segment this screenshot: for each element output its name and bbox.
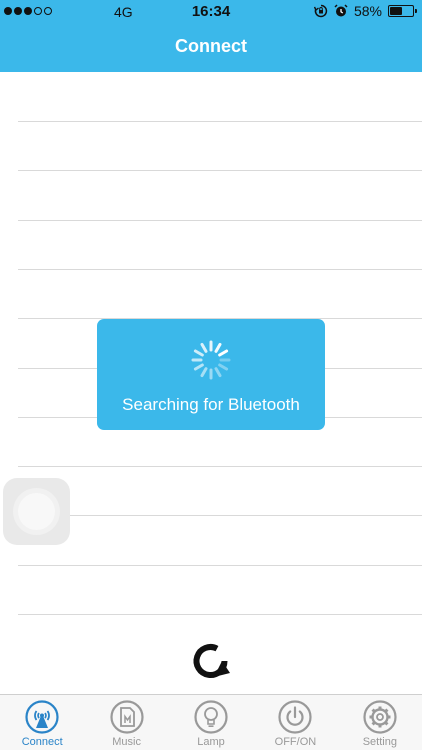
assistive-touch-button[interactable] (3, 478, 70, 545)
tab-label: Setting (362, 736, 397, 748)
toast-message: Searching for Bluetooth (122, 395, 300, 414)
tab-off-on[interactable]: OFF/ON (253, 695, 337, 750)
list-row-divider (18, 564, 422, 566)
list-row-divider (18, 219, 422, 221)
spinner-icon (191, 340, 231, 380)
list-row-divider (18, 466, 422, 468)
rotation-lock-icon (313, 4, 328, 18)
tab-label: OFF/ON (274, 736, 317, 748)
lamp-bulb-icon (194, 700, 228, 734)
header-bar: 4G 16:34 58% Connect (0, 0, 422, 72)
list-row-divider (18, 515, 422, 517)
list-row-divider (18, 268, 422, 270)
music-file-icon (110, 700, 144, 734)
refresh-icon[interactable] (188, 638, 234, 684)
gear-icon (363, 700, 397, 734)
list-row-divider (18, 614, 422, 615)
status-bar: 4G 16:34 58% (0, 0, 422, 24)
tab-setting[interactable]: Setting (338, 695, 422, 750)
power-icon (278, 700, 313, 734)
tab-label: Music (112, 736, 141, 748)
searching-toast: Searching for Bluetooth (97, 319, 325, 430)
tab-label: Lamp (197, 736, 225, 748)
page-title: Connect (175, 36, 247, 56)
tab-label: Connect (21, 736, 63, 748)
tab-music[interactable]: Music (84, 695, 168, 750)
battery-icon (388, 5, 417, 17)
battery-percent: 58% (353, 3, 382, 19)
bluetooth-tower-icon (25, 700, 59, 734)
tab-lamp[interactable]: Lamp (169, 695, 253, 750)
list-row-divider (18, 121, 422, 122)
tab-bar: Connect Music Lamp OFF/ON Setting (0, 694, 422, 750)
list-row-divider (18, 170, 422, 172)
tab-connect[interactable]: Connect (0, 695, 84, 750)
alarm-icon (334, 4, 348, 17)
assistive-touch-dot (18, 493, 55, 530)
